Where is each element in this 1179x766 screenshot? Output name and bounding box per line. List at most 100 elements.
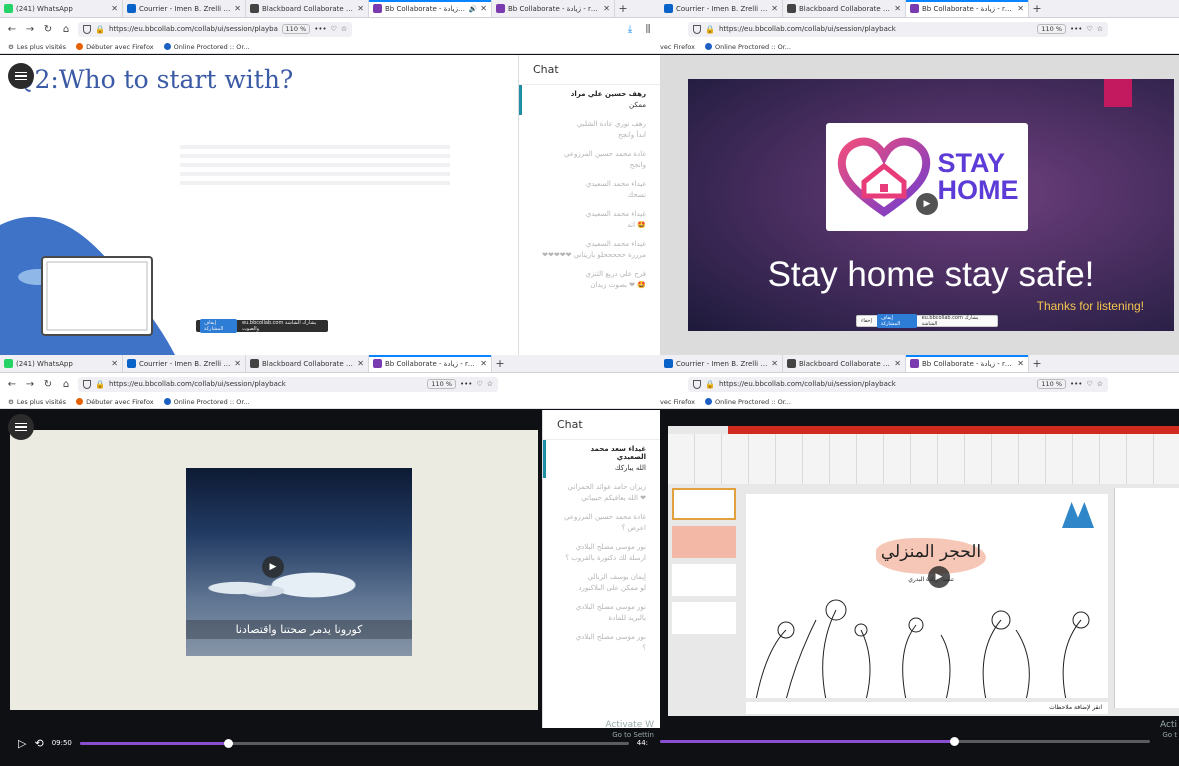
tab-whatsapp[interactable]: (241) WhatsApp ✕ (0, 355, 123, 372)
tab-bb-collaborate-2[interactable]: Bb Collaborate - زيادة - recor✕ (492, 0, 615, 17)
bookmark-firefox[interactable]: vec Firefox (660, 43, 695, 51)
star-icon[interactable]: ☆ (1097, 380, 1103, 388)
zoom-level[interactable]: 110 % (427, 379, 457, 389)
close-icon[interactable]: ✕ (111, 4, 118, 13)
progress-bar[interactable] (660, 737, 1150, 746)
speaker-icon[interactable]: 🔊 (469, 5, 478, 13)
close-icon[interactable]: ✕ (894, 359, 901, 368)
play-icon[interactable]: ▶ (928, 566, 950, 588)
close-icon[interactable]: ✕ (111, 359, 118, 368)
close-icon[interactable]: ✕ (480, 4, 487, 13)
tab-outlook[interactable]: Courrier - Imen B. Zrelli - Outl✕ (123, 355, 246, 372)
close-icon[interactable]: ✕ (234, 4, 241, 13)
stop-sharing-button[interactable]: إيقاف المشاركة (200, 319, 238, 333)
tab-blackboard[interactable]: Blackboard Collaborate Ultra -✕ (783, 355, 906, 372)
shield-icon[interactable] (693, 24, 701, 34)
pocket-icon[interactable]: ♡ (331, 25, 337, 33)
lock-icon[interactable]: 🔒 (705, 380, 715, 389)
tab-blackboard[interactable]: Blackboard Collaborate Ultra -✕ (783, 0, 906, 17)
play-icon[interactable]: ▷ (18, 737, 26, 750)
star-icon[interactable]: ☆ (341, 25, 347, 33)
bookmark-proctored[interactable]: Online Proctored :: Or... (705, 43, 791, 51)
more-icon[interactable]: ••• (314, 25, 326, 33)
star-icon[interactable]: ☆ (1097, 25, 1103, 33)
tab-bb-collaborate[interactable]: Bb Collaborate - زيادة - recor✕ (906, 0, 1029, 17)
more-icon[interactable]: ••• (1070, 380, 1082, 388)
tab-blackboard[interactable]: Blackboard Collaborate Ultra -✕ (246, 355, 369, 372)
close-icon[interactable]: ✕ (357, 4, 364, 13)
slide-thumbnail[interactable] (672, 564, 736, 596)
new-tab-button[interactable]: + (492, 355, 508, 372)
tab-bb-collaborate[interactable]: Bb Collaborate - زيادة - recor✕ (369, 355, 492, 372)
bookmark-proctored[interactable]: Online Proctored :: Or... (163, 43, 250, 51)
menu-button[interactable] (8, 63, 34, 89)
close-icon[interactable]: ✕ (771, 4, 778, 13)
zoom-level[interactable]: 110 % (1037, 379, 1067, 389)
menu-button[interactable] (8, 414, 34, 440)
tab-outlook[interactable]: Courrier - Imen B. Zrelli - Outl✕ (123, 0, 246, 17)
bookmark-proctored[interactable]: Online Proctored :: Or... (705, 398, 791, 406)
reload-icon[interactable]: ↻ (42, 24, 54, 35)
close-icon[interactable]: ✕ (894, 4, 901, 13)
tab-blackboard[interactable]: Blackboard Collaborate Ultra -✕ (246, 0, 369, 17)
reload-icon[interactable]: ↻ (42, 379, 54, 390)
library-icon[interactable]: ⫼ (642, 24, 654, 35)
bookmark-firefox[interactable]: Débuter avec Firefox (76, 43, 154, 51)
progress-knob[interactable] (224, 738, 234, 748)
pocket-icon[interactable]: ♡ (1086, 25, 1092, 33)
play-icon[interactable]: ▶ (916, 193, 938, 215)
close-icon[interactable]: ✕ (771, 359, 778, 368)
pocket-icon[interactable]: ♡ (1086, 380, 1092, 388)
lock-icon[interactable]: 🔒 (95, 380, 105, 389)
bookmark-firefox[interactable]: Débuter avec Firefox (76, 398, 154, 406)
bookmark-most-visited[interactable]: ⚙ Les plus visités (8, 398, 66, 406)
home-icon[interactable]: ⌂ (60, 379, 72, 390)
close-icon[interactable]: ✕ (603, 4, 610, 13)
home-icon[interactable]: ⌂ (60, 24, 72, 35)
slide-thumbnail[interactable] (672, 602, 736, 634)
new-tab-button[interactable]: + (615, 0, 631, 17)
stop-sharing-button[interactable]: إيقاف المشاركة (876, 314, 917, 328)
shield-icon[interactable] (693, 379, 701, 389)
close-icon[interactable]: ✕ (234, 359, 241, 368)
tab-bb-collaborate[interactable]: Bb Collaborate - زيادة - recor🔊✕ (369, 0, 492, 17)
tab-bb-collaborate[interactable]: Bb Collaborate - زيادة - recor✕ (906, 355, 1029, 372)
bookmark-proctored[interactable]: Online Proctored :: Or... (163, 398, 250, 406)
repeat-icon[interactable]: ⟲ (34, 737, 43, 750)
back-icon[interactable]: ← (6, 24, 18, 35)
slide-thumbnail[interactable] (672, 488, 736, 520)
more-icon[interactable]: ••• (460, 380, 472, 388)
shield-icon[interactable] (83, 379, 91, 389)
url-bar[interactable]: 🔒 https://eu.bbcollab.com/collab/ui/sess… (78, 376, 498, 392)
zoom-level[interactable]: 110 % (281, 24, 311, 34)
progress-knob[interactable] (950, 737, 959, 746)
star-icon[interactable]: ☆ (487, 380, 493, 388)
lock-icon[interactable]: 🔒 (705, 25, 715, 34)
notes-pane[interactable]: انقر لإضافة ملاحظات (746, 702, 1108, 714)
tab-outlook[interactable]: Courrier - Imen B. Zrelli - Outl✕ (660, 0, 783, 17)
close-icon[interactable]: ✕ (480, 359, 487, 368)
lock-icon[interactable]: 🔒 (95, 25, 105, 34)
new-tab-button[interactable]: + (1029, 355, 1045, 372)
bookmark-firefox[interactable]: vec Firefox (660, 398, 695, 406)
tab-whatsapp[interactable]: (241) WhatsApp ✕ (0, 0, 123, 17)
download-icon[interactable]: ⤓ (624, 24, 636, 35)
slide-thumbnail[interactable] (672, 526, 736, 558)
forward-icon[interactable]: → (24, 24, 36, 35)
back-icon[interactable]: ← (6, 379, 18, 390)
zoom-level[interactable]: 110 % (1037, 24, 1067, 34)
progress-bar[interactable] (79, 738, 629, 748)
bookmark-most-visited[interactable]: ⚙ Les plus visités (8, 43, 66, 51)
close-icon[interactable]: ✕ (357, 359, 364, 368)
hide-button[interactable]: إخفاء (861, 318, 872, 324)
url-bar[interactable]: 🔒 https://eu.bbcollab.com/collab/ui/sess… (78, 21, 353, 37)
more-icon[interactable]: ••• (1070, 25, 1082, 33)
close-icon[interactable]: ✕ (1017, 4, 1024, 13)
new-tab-button[interactable]: + (1029, 0, 1045, 17)
play-icon[interactable]: ▶ (262, 556, 284, 578)
forward-icon[interactable]: → (24, 379, 36, 390)
url-bar[interactable]: 🔒 https://eu.bbcollab.com/collab/ui/sess… (688, 376, 1108, 392)
url-bar[interactable]: 🔒 https://eu.bbcollab.com/collab/ui/sess… (688, 21, 1108, 37)
tab-outlook[interactable]: Courrier - Imen B. Zrelli - Outl✕ (660, 355, 783, 372)
pocket-icon[interactable]: ♡ (476, 380, 482, 388)
